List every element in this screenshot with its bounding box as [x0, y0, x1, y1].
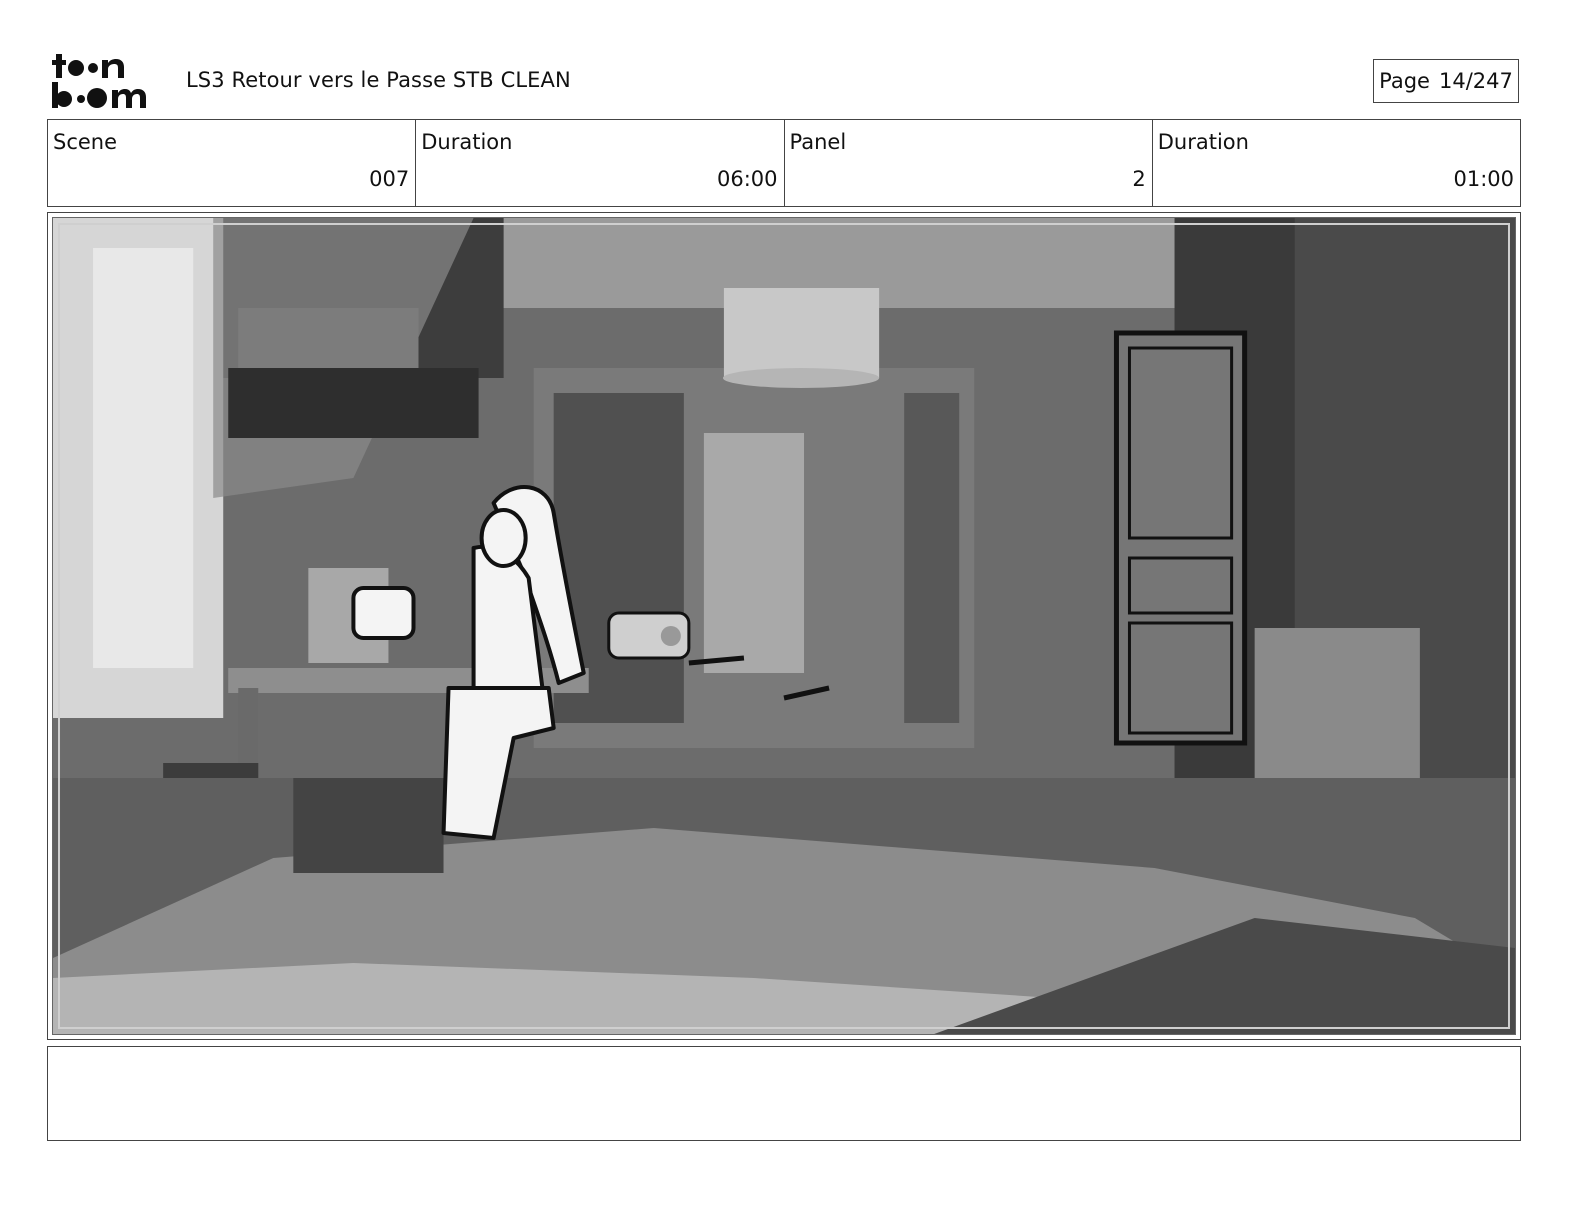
toon-boom-logo — [52, 50, 164, 112]
scene-value: 007 — [369, 167, 410, 191]
scene-duration-label: Duration — [421, 130, 513, 154]
scene-label: Scene — [53, 130, 118, 154]
document-title: LS3 Retour vers le Passe STB CLEAN — [186, 68, 571, 92]
storyboard-panel-image — [52, 217, 1516, 1035]
panel-label: Panel — [789, 130, 847, 154]
page-label: Page — [1379, 69, 1430, 93]
panel-duration-label: Duration — [1157, 130, 1249, 154]
scene-cell: Scene 007 — [48, 120, 417, 206]
panel-notes-box — [47, 1046, 1521, 1141]
scene-info-table: Scene 007 Duration 06:00 Panel 2 Duratio… — [47, 119, 1521, 207]
panel-cell: Panel 2 — [785, 120, 1153, 206]
panel-value: 2 — [1132, 167, 1146, 191]
scene-duration-value: 06:00 — [716, 167, 778, 191]
scene-duration-cell: Duration 06:00 — [416, 120, 785, 206]
page-number: 14/247 — [1438, 69, 1513, 93]
storyboard-panel-frame — [47, 212, 1521, 1040]
page-indicator: Page 14/247 — [1373, 59, 1519, 103]
panel-duration-value: 01:00 — [1453, 167, 1514, 191]
panel-duration-cell: Duration 01:00 — [1153, 120, 1520, 206]
